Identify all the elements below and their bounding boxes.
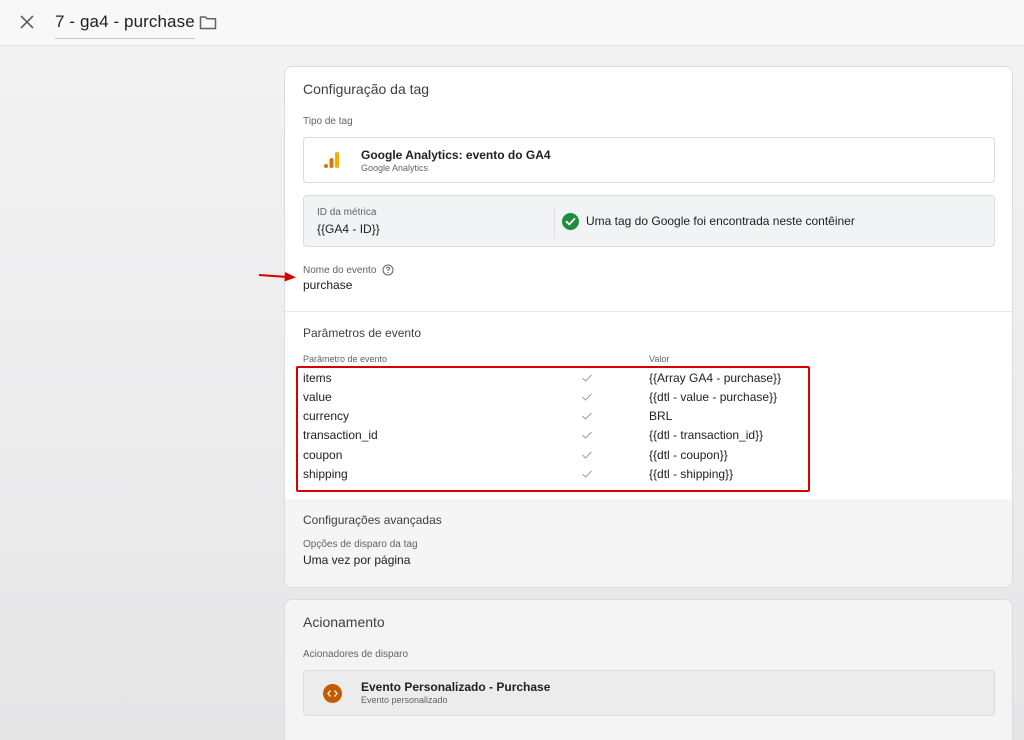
param-value: {{dtl - coupon}} bbox=[649, 448, 728, 462]
event-name-field[interactable]: purchase bbox=[303, 278, 352, 292]
param-value: {{dtl - value - purchase}} bbox=[649, 390, 778, 404]
param-value: {{dtl - shipping}} bbox=[649, 467, 734, 481]
trigger-name: Evento Personalizado - Purchase bbox=[361, 680, 551, 694]
param-row[interactable]: coupon {{dtl - coupon}} bbox=[303, 448, 803, 467]
folder-button[interactable] bbox=[196, 10, 220, 34]
value-column-header: Valor bbox=[649, 354, 670, 364]
close-icon bbox=[20, 15, 34, 29]
check-icon bbox=[582, 431, 592, 439]
tag-type-sub: Google Analytics bbox=[361, 163, 429, 173]
top-bar: 7 - ga4 - purchase bbox=[0, 0, 1024, 46]
advanced-settings-section[interactable]: Configurações avançadas Opções de dispar… bbox=[285, 499, 1012, 587]
metric-id-box: ID da métrica {{GA4 - ID}} Uma tag do Go… bbox=[303, 195, 995, 247]
metric-id-field[interactable]: {{GA4 - ID}} bbox=[317, 222, 380, 236]
trigger-item[interactable]: Evento Personalizado - Purchase Evento p… bbox=[303, 670, 995, 716]
metric-divider bbox=[554, 206, 555, 238]
help-icon[interactable] bbox=[382, 264, 394, 276]
tag-type-name: Google Analytics: evento do GA4 bbox=[361, 148, 551, 162]
param-column-header: Parâmetro de evento bbox=[303, 354, 388, 364]
param-value: BRL bbox=[649, 409, 673, 423]
check-icon bbox=[582, 470, 592, 478]
firing-triggers-label: Acionadores de disparo bbox=[303, 649, 409, 660]
check-icon bbox=[582, 451, 592, 459]
folder-icon bbox=[199, 15, 217, 29]
triggering-card[interactable]: Acionamento Acionadores de disparo Event… bbox=[284, 599, 1013, 740]
param-name: value bbox=[303, 390, 332, 404]
event-params-title: Parâmetros de evento bbox=[303, 326, 422, 340]
check-circle-icon bbox=[562, 213, 579, 230]
metric-id-label: ID da métrica bbox=[317, 207, 377, 218]
param-row[interactable]: currency BRL bbox=[303, 409, 803, 428]
param-row[interactable]: value {{dtl - value - purchase}} bbox=[303, 390, 803, 409]
divider bbox=[285, 311, 1012, 312]
check-icon bbox=[582, 393, 592, 401]
firing-options-value: Uma vez por página bbox=[303, 553, 411, 567]
trigger-type: Evento personalizado bbox=[361, 695, 448, 705]
param-row[interactable]: shipping {{dtl - shipping}} bbox=[303, 467, 803, 486]
advanced-settings-title: Configurações avançadas bbox=[303, 513, 442, 527]
triggering-title: Acionamento bbox=[303, 614, 385, 630]
check-icon bbox=[582, 412, 592, 420]
firing-options-label: Opções de disparo da tag bbox=[303, 539, 418, 550]
param-name: transaction_id bbox=[303, 428, 378, 442]
tag-type-label: Tipo de tag bbox=[303, 116, 353, 127]
tag-type-selector[interactable]: Google Analytics: evento do GA4 Google A… bbox=[303, 137, 995, 183]
param-value: {{Array GA4 - purchase}} bbox=[649, 371, 782, 385]
param-name: items bbox=[303, 371, 332, 385]
red-arrow-annotation bbox=[258, 272, 296, 282]
tag-config-title: Configuração da tag bbox=[303, 81, 430, 97]
metric-status-text: Uma tag do Google foi encontrada neste c… bbox=[586, 214, 855, 228]
param-value: {{dtl - transaction_id}} bbox=[649, 428, 764, 442]
event-name-label: Nome do evento bbox=[303, 265, 377, 276]
tag-title-input[interactable]: 7 - ga4 - purchase bbox=[55, 12, 195, 39]
param-name: currency bbox=[303, 409, 350, 423]
param-row[interactable]: items {{Array GA4 - purchase}} bbox=[303, 371, 803, 390]
close-button[interactable] bbox=[14, 9, 40, 35]
tag-configuration-card[interactable]: Configuração da tag Tipo de tag Google A… bbox=[284, 66, 1013, 588]
custom-event-icon bbox=[323, 684, 342, 703]
google-analytics-icon bbox=[324, 152, 339, 168]
check-icon bbox=[582, 374, 592, 382]
param-name: shipping bbox=[303, 467, 348, 481]
param-name: coupon bbox=[303, 448, 343, 462]
param-row[interactable]: transaction_id {{dtl - transaction_id}} bbox=[303, 428, 803, 447]
